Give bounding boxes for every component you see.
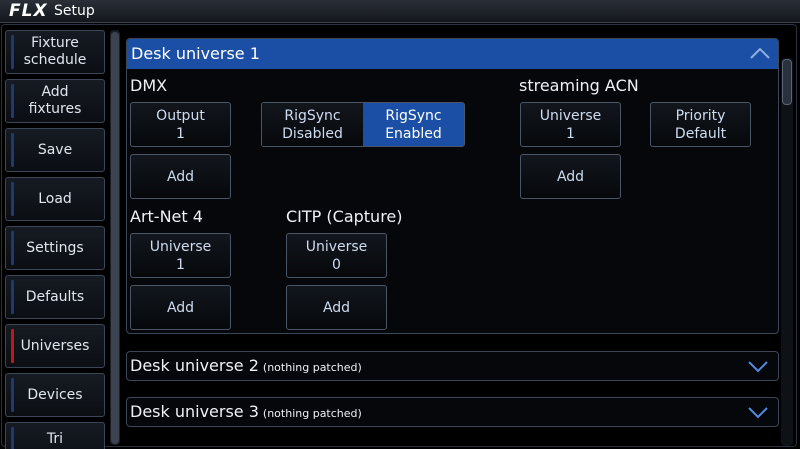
section-title: Desk universe 2 xyxy=(130,356,259,375)
button-label: Add xyxy=(556,168,585,185)
button-value: 1 xyxy=(176,125,185,142)
section-subtitle: (nothing patched) xyxy=(262,407,362,420)
streaming-acn-label: streaming ACN xyxy=(519,76,639,95)
section-title-row: Desk universe 2 (nothing patched) xyxy=(130,356,362,375)
sidebar-item-devices[interactable]: Devices xyxy=(5,373,105,417)
option-label: RigSync xyxy=(284,107,341,124)
flx-logo: FLX xyxy=(9,1,48,21)
desk-universe-1-header[interactable]: Desk universe 1 xyxy=(127,39,778,69)
chevron-up-icon[interactable] xyxy=(750,47,770,59)
rigsync-disabled-option[interactable]: RigSync Disabled xyxy=(262,103,363,146)
button-value: 0 xyxy=(332,256,341,273)
button-label: Universe xyxy=(305,238,368,255)
title-bar: FLX Setup xyxy=(0,0,800,23)
desk-universe-3-header[interactable]: Desk universe 3 (nothing patched) xyxy=(126,397,779,427)
sacn-universe-button[interactable]: Universe 1 xyxy=(520,102,621,147)
sidebar-item-label: Universes xyxy=(20,337,90,354)
sidebar-item-label-2: schedule xyxy=(23,52,87,68)
sidebar-item-label-2: fixtures xyxy=(28,101,82,117)
sidebar-scroll-thumb[interactable] xyxy=(111,32,119,444)
sidebar-item-label: Defaults xyxy=(25,288,85,305)
sidebar-item-label: Tri xyxy=(46,431,64,447)
button-value: Default xyxy=(674,125,727,142)
artnet-add-button[interactable]: Add xyxy=(130,285,231,330)
sidebar-item-label: Fixture xyxy=(31,35,79,51)
panel-scrollbar[interactable] xyxy=(781,58,793,446)
button-label: Add xyxy=(166,299,195,316)
sidebar-item-save[interactable]: Save xyxy=(5,128,105,172)
sidebar-item-label: Save xyxy=(37,141,73,158)
section-subtitle: (nothing patched) xyxy=(262,361,362,374)
dmx-output-button[interactable]: Output 1 xyxy=(130,102,231,147)
sidebar-item-label: Load xyxy=(38,190,72,207)
dmx-add-button[interactable]: Add xyxy=(130,154,231,199)
rigsync-toggle: RigSync Disabled RigSync Enabled xyxy=(261,102,465,147)
chevron-down-icon[interactable] xyxy=(748,361,768,373)
dmx-label: DMX xyxy=(130,76,168,95)
section-title-row: Desk universe 3 (nothing patched) xyxy=(130,402,362,421)
sidebar-item-fixture-schedule[interactable]: Fixture schedule xyxy=(5,30,105,74)
sidebar-item-label: Add xyxy=(41,84,69,100)
button-value: 1 xyxy=(566,125,575,142)
button-label: Universe xyxy=(149,238,212,255)
sidebar-item-universes[interactable]: Universes xyxy=(5,324,105,368)
section-title: Desk universe 1 xyxy=(131,44,260,63)
artnet-label: Art-Net 4 xyxy=(130,207,203,226)
sacn-priority-button[interactable]: Priority Default xyxy=(650,102,751,147)
button-label: Add xyxy=(322,299,351,316)
citp-universe-button[interactable]: Universe 0 xyxy=(286,233,387,278)
button-label: Universe xyxy=(539,107,602,124)
button-label: Priority xyxy=(675,107,726,124)
desk-universe-2-header[interactable]: Desk universe 2 (nothing patched) xyxy=(126,351,779,381)
button-label: Output xyxy=(156,107,205,124)
sacn-add-button[interactable]: Add xyxy=(520,154,621,199)
window-title: Setup xyxy=(54,3,95,19)
rigsync-enabled-option[interactable]: RigSync Enabled xyxy=(363,103,464,146)
option-value: Enabled xyxy=(385,125,442,142)
button-value: 1 xyxy=(176,256,185,273)
button-label: Add xyxy=(166,168,195,185)
sidebar-item-label: Devices xyxy=(27,386,83,403)
option-label: RigSync xyxy=(385,107,442,124)
option-value: Disabled xyxy=(282,125,343,142)
sidebar-scrollbar[interactable] xyxy=(110,30,120,445)
sidebar-nav: Fixture schedule Add fixtures Save Load Se… xyxy=(3,30,107,449)
sidebar-item-partial[interactable]: Tri xyxy=(5,422,105,449)
sidebar-item-defaults[interactable]: Defaults xyxy=(5,275,105,319)
panel-scroll-thumb[interactable] xyxy=(782,59,792,105)
sidebar-item-label: Settings xyxy=(26,239,84,256)
citp-add-button[interactable]: Add xyxy=(286,285,387,330)
chevron-down-icon[interactable] xyxy=(748,407,768,419)
citp-label: CITP (Capture) xyxy=(286,207,403,226)
sidebar-item-load[interactable]: Load xyxy=(5,177,105,221)
artnet-universe-button[interactable]: Universe 1 xyxy=(130,233,231,278)
section-title: Desk universe 3 xyxy=(130,402,259,421)
sidebar-item-settings[interactable]: Settings xyxy=(5,226,105,270)
sidebar-item-add-fixtures[interactable]: Add fixtures xyxy=(5,79,105,123)
